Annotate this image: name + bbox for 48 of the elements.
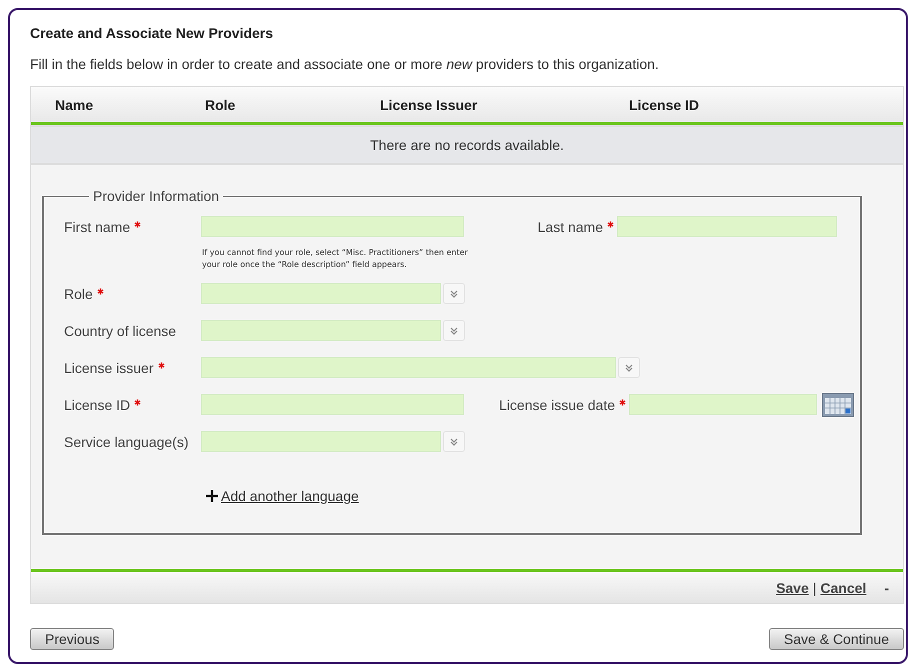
fieldset-legend: Provider Information — [89, 188, 224, 204]
add-language-link[interactable]: Add another language — [206, 488, 359, 504]
required-icon — [158, 362, 164, 369]
plus-icon — [206, 490, 218, 502]
field-label: License issuer — [64, 360, 154, 376]
field-label: First name — [64, 218, 130, 234]
date-field[interactable] — [629, 394, 817, 415]
field-label: Role — [64, 286, 93, 302]
link-separator: | — [812, 580, 816, 596]
chevron-down-icon — [624, 362, 634, 372]
field-label: License issue date — [499, 396, 615, 412]
cancel-link[interactable]: Cancel — [820, 580, 866, 596]
role-hint: If you cannot find your role, select “Misc. Practitioners” then enter your role once the “Role description” field appears. — [202, 247, 469, 271]
field-label: Service language(s) — [64, 434, 189, 450]
dropdown-field[interactable] — [201, 431, 441, 452]
column-header: License ID — [629, 96, 700, 112]
required-icon — [607, 221, 614, 228]
dropdown-field[interactable] — [201, 320, 441, 341]
field-label: Last name — [538, 218, 603, 234]
chevron-down-icon — [449, 288, 459, 298]
dropdown-button[interactable] — [443, 283, 465, 304]
section-title: Create and Associate New Providers — [30, 25, 274, 43]
text-field[interactable] — [617, 216, 837, 237]
dropdown-field[interactable] — [201, 283, 441, 304]
field-label: Country of license — [64, 322, 176, 338]
dropdown-button[interactable] — [443, 320, 465, 341]
text-field[interactable] — [201, 216, 464, 237]
column-header: License Issuer — [380, 96, 478, 112]
dropdown-button[interactable] — [443, 431, 465, 452]
collapse-toggle[interactable]: - — [884, 580, 889, 596]
field-label: License ID — [64, 396, 130, 412]
text-field[interactable] — [201, 394, 464, 415]
column-header: Name — [55, 96, 94, 112]
intro-text: Fill in the fields below in order to create and associate one or more new providers to this organization. — [30, 56, 660, 74]
dropdown-button[interactable] — [618, 357, 640, 378]
chevron-down-icon — [449, 436, 459, 446]
dropdown-field[interactable] — [201, 357, 616, 378]
column-header: Role — [205, 96, 236, 112]
required-icon — [96, 288, 104, 295]
previous-button[interactable]: Previous — [30, 628, 114, 650]
required-icon — [134, 399, 142, 406]
save-continue-button[interactable]: Save & Continue — [768, 628, 904, 650]
chevron-down-icon — [449, 326, 459, 336]
empty-message: There are no records available. — [31, 125, 903, 165]
save-link[interactable]: Save — [776, 580, 809, 596]
required-icon — [619, 399, 626, 406]
required-icon — [134, 221, 142, 228]
calendar-icon[interactable] — [822, 392, 854, 416]
